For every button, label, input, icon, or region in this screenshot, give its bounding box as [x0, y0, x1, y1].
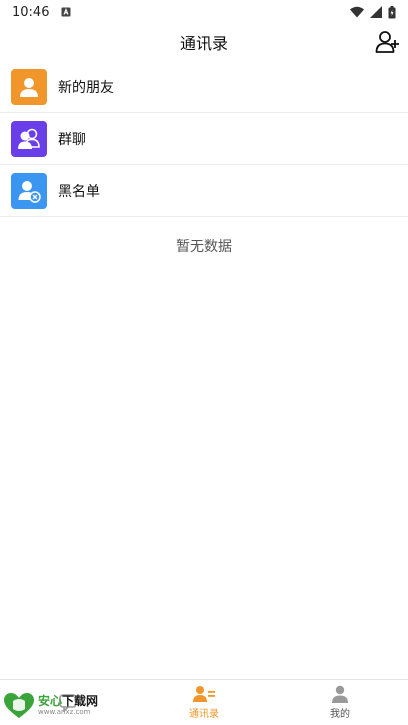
nav-item-profile[interactable]: 我的 [272, 680, 408, 725]
status-bar: 10:46 [0, 0, 408, 24]
list-item-group-chat[interactable]: 群聊 [0, 113, 408, 165]
group-icon [18, 128, 40, 149]
nav-label-profile: 我的 [330, 709, 350, 720]
list-item-label: 黑名单 [58, 183, 100, 200]
watermark-url: www.anxz.com [38, 708, 91, 716]
list-item-label: 新的朋友 [58, 79, 114, 96]
watermark-text: 安心下载网 www.anxz.com [38, 695, 98, 717]
person-icon [20, 77, 38, 97]
signal-icon [370, 6, 382, 18]
add-person-icon [375, 31, 399, 53]
group-chat-icon-tile [11, 120, 47, 157]
notification-icon [61, 7, 71, 17]
nav-item-contacts[interactable]: 通讯录 [136, 680, 272, 725]
list-item-blacklist[interactable]: 黑名单 [0, 165, 408, 217]
watermark-brand: 安心下载网 [38, 694, 99, 708]
empty-state-text: 暂无数据 [176, 239, 232, 255]
contact-list: 新的朋友 群聊 黑名单 [0, 61, 408, 217]
status-time: 10:46 [12, 4, 50, 20]
status-left: 10:46 [12, 5, 71, 20]
list-item-label: 群聊 [58, 131, 86, 148]
status-right [350, 5, 396, 19]
list-item-new-friends[interactable]: 新的朋友 [0, 61, 408, 113]
title-bar: 通讯录 [0, 24, 408, 60]
watermark: 安心下载网 www.anxz.com [4, 693, 98, 719]
person-blocked-icon [18, 180, 41, 203]
blacklist-icon-tile [11, 172, 47, 209]
battery-icon [388, 5, 396, 19]
add-friend-button[interactable] [374, 28, 402, 56]
profile-icon [332, 685, 348, 703]
nav-label-contacts: 通讯录 [189, 709, 219, 720]
heart-logo-icon [4, 693, 34, 718]
new-friends-icon-tile [11, 68, 47, 105]
contacts-icon [193, 686, 215, 702]
page-title: 通讯录 [179, 34, 228, 53]
wifi-icon [350, 6, 364, 18]
